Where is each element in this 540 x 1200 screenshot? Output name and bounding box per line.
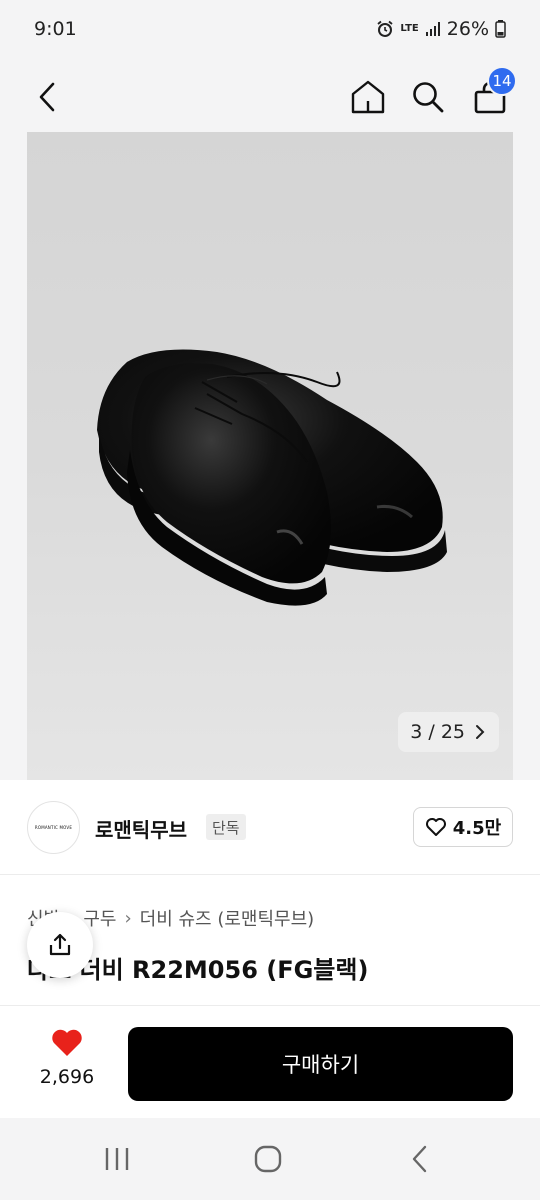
- brand-logo[interactable]: ROMANTIC MOVE: [27, 801, 80, 854]
- system-nav-bar: [0, 1118, 540, 1200]
- image-counter-text: 3 / 25: [410, 721, 465, 743]
- brand-name[interactable]: 로맨틱무브: [95, 814, 187, 843]
- share-icon: [49, 933, 71, 956]
- battery-percent: 26%: [446, 18, 489, 40]
- search-icon: [413, 82, 444, 113]
- status-icons: LTE 26%: [376, 18, 506, 40]
- battery-icon: [495, 20, 506, 38]
- brand-like-count: 4.5만: [452, 818, 502, 839]
- wishlist-button[interactable]: 2,696: [27, 1028, 107, 1088]
- breadcrumb-item[interactable]: 더비 슈즈 (로맨틱무브): [140, 905, 315, 931]
- home-circle-icon: [254, 1145, 282, 1173]
- recent-apps-button[interactable]: [77, 1118, 157, 1200]
- recent-apps-icon: [105, 1148, 129, 1170]
- chevron-right-icon: [476, 725, 485, 739]
- heart-filled-icon: [52, 1029, 82, 1056]
- buy-button[interactable]: 구매하기: [128, 1027, 513, 1101]
- cart-button[interactable]: 14: [465, 62, 517, 132]
- home-button[interactable]: [343, 62, 393, 132]
- home-icon: [351, 80, 385, 114]
- status-time: 9:01: [34, 18, 77, 40]
- cart-badge: 14: [487, 66, 517, 96]
- home-nav-button[interactable]: [228, 1118, 308, 1200]
- product-image[interactable]: 3 / 25: [27, 132, 513, 780]
- lte-icon: LTE: [400, 23, 419, 34]
- brand-row: ROMANTIC MOVE 로맨틱무브 단독 4.5만: [0, 780, 540, 875]
- app-header: 14: [0, 62, 540, 132]
- back-icon: [39, 82, 55, 112]
- shoes-illustration: [97, 349, 447, 606]
- status-bar: 9:01 LTE 26%: [0, 0, 540, 62]
- back-nav-icon: [412, 1145, 427, 1173]
- search-button[interactable]: [403, 62, 453, 132]
- brand-like-button[interactable]: 4.5만: [413, 807, 513, 847]
- breadcrumb-separator-icon: ›: [124, 907, 132, 929]
- brand-logo-text: ROMANTIC MOVE: [34, 825, 73, 830]
- purchase-bar: 2,696 구매하기: [0, 1005, 540, 1118]
- signal-icon: [425, 22, 440, 36]
- image-counter[interactable]: 3 / 25: [398, 712, 499, 752]
- back-nav-button[interactable]: [380, 1118, 460, 1200]
- back-button[interactable]: [22, 62, 72, 132]
- wishlist-count: 2,696: [39, 1066, 95, 1088]
- heart-outline-icon: [425, 818, 446, 836]
- share-button[interactable]: [27, 912, 93, 978]
- exclusive-badge: 단독: [206, 814, 246, 840]
- alarm-icon: [377, 20, 393, 37]
- product-gallery[interactable]: 3 / 25: [0, 132, 540, 780]
